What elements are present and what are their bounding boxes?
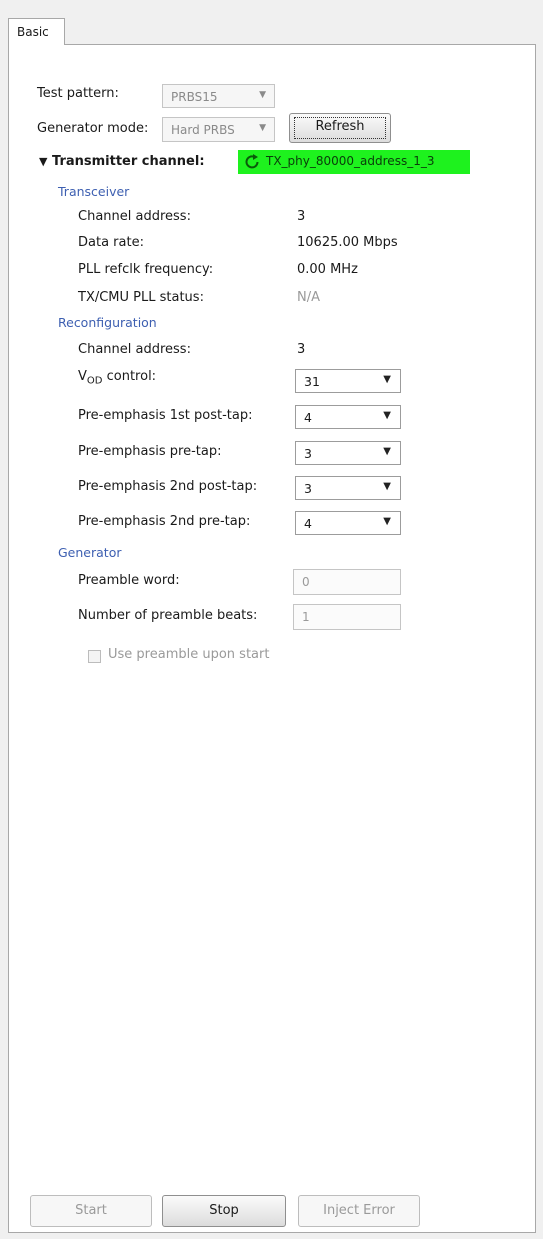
generator-mode-value: Hard PRBS xyxy=(171,123,235,137)
pre-emphasis-2nd-post-tap-select[interactable]: 3 ▼ xyxy=(295,476,401,500)
chevron-down-icon: ▼ xyxy=(259,123,266,133)
vod-control-value: 31 xyxy=(304,374,320,389)
test-pattern-select[interactable]: PRBS15 ▼ xyxy=(162,84,275,108)
pre-emphasis-2nd-post-tap-value: 3 xyxy=(304,481,312,496)
transceiver-channel-address-value: 3 xyxy=(297,209,306,224)
chevron-down-icon: ▼ xyxy=(383,374,391,385)
use-preamble-checkbox[interactable] xyxy=(88,650,101,663)
reconfig-channel-address-value: 3 xyxy=(297,342,306,357)
pre-emphasis-pre-tap-select[interactable]: 3 ▼ xyxy=(295,441,401,465)
vod-control-select[interactable]: 31 ▼ xyxy=(295,369,401,393)
generator-mode-select[interactable]: Hard PRBS ▼ xyxy=(162,117,275,142)
preamble-word-input[interactable]: 0 xyxy=(293,569,401,595)
chevron-down-icon: ▼ xyxy=(383,481,391,492)
transceiver-channel-address-label: Channel address: xyxy=(78,209,191,224)
pll-refclk-value: 0.00 MHz xyxy=(297,262,358,277)
pre-emphasis-1st-post-tap-label: Pre-emphasis 1st post-tap: xyxy=(78,408,253,423)
preamble-beats-input[interactable]: 1 xyxy=(293,604,401,630)
preamble-beats-label: Number of preamble beats: xyxy=(78,608,258,623)
transmitter-channel-badge: TX_phy_80000_address_1_3 xyxy=(238,150,470,174)
reconfig-channel-address-label: Channel address: xyxy=(78,342,191,357)
vod-control-label: VOD control: xyxy=(78,369,157,387)
refresh-icon xyxy=(245,154,259,169)
transmitter-channel-name: TX_phy_80000_address_1_3 xyxy=(266,154,435,168)
pre-emphasis-2nd-post-tap-label: Pre-emphasis 2nd post-tap: xyxy=(78,479,258,494)
test-pattern-value: PRBS15 xyxy=(171,90,218,104)
pll-refclk-label: PLL refclk frequency: xyxy=(78,262,214,277)
generator-group-title: Generator xyxy=(58,545,122,560)
pre-emphasis-2nd-pre-tap-select[interactable]: 4 ▼ xyxy=(295,511,401,535)
transceiver-group-title: Transceiver xyxy=(58,184,130,199)
transmitter-channel-label: Transmitter channel: xyxy=(52,154,205,169)
refresh-button-label: Refresh xyxy=(294,117,386,139)
tab-basic-label: Basic xyxy=(17,25,49,39)
chevron-down-icon: ▼ xyxy=(383,410,391,421)
preamble-word-label: Preamble word: xyxy=(78,573,180,588)
data-rate-label: Data rate: xyxy=(78,235,144,250)
pll-status-value: N/A xyxy=(297,290,320,305)
data-rate-value: 10625.00 Mbps xyxy=(297,235,398,250)
test-pattern-label: Test pattern: xyxy=(37,86,119,101)
chevron-down-icon: ▼ xyxy=(259,90,266,100)
tab-basic[interactable]: Basic xyxy=(8,18,65,45)
collapse-triangle-icon: ▼ xyxy=(39,155,48,168)
pre-emphasis-2nd-pre-tap-label: Pre-emphasis 2nd pre-tap: xyxy=(78,514,251,529)
chevron-down-icon: ▼ xyxy=(383,516,391,527)
chevron-down-icon: ▼ xyxy=(383,446,391,457)
generator-mode-label: Generator mode: xyxy=(37,121,149,136)
transmitter-channel-header[interactable]: ▼ Transmitter channel: xyxy=(39,154,205,169)
start-button[interactable]: Start xyxy=(30,1195,152,1227)
reconfiguration-group-title: Reconfiguration xyxy=(58,315,157,330)
pre-emphasis-pre-tap-label: Pre-emphasis pre-tap: xyxy=(78,444,222,459)
refresh-button[interactable]: Refresh xyxy=(289,113,391,143)
inject-error-button[interactable]: Inject Error xyxy=(298,1195,420,1227)
pre-emphasis-1st-post-tap-select[interactable]: 4 ▼ xyxy=(295,405,401,429)
pre-emphasis-1st-post-tap-value: 4 xyxy=(304,410,312,425)
use-preamble-label: Use preamble upon start xyxy=(108,647,270,662)
stop-button[interactable]: Stop xyxy=(162,1195,286,1227)
pre-emphasis-2nd-pre-tap-value: 4 xyxy=(304,516,312,531)
pre-emphasis-pre-tap-value: 3 xyxy=(304,446,312,461)
pll-status-label: TX/CMU PLL status: xyxy=(78,290,204,305)
